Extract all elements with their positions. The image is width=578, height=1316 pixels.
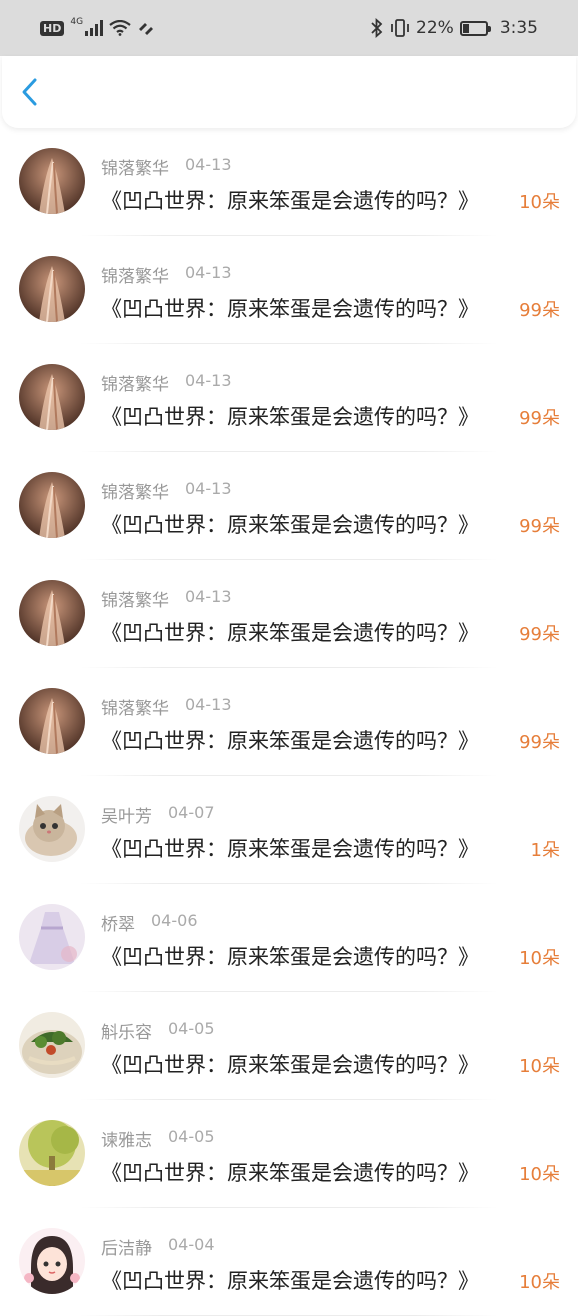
gift-date: 04-13: [185, 155, 232, 174]
avatar[interactable]: [19, 904, 85, 970]
flower-count: 10朵: [519, 948, 560, 969]
avatar[interactable]: [19, 1120, 85, 1186]
work-title[interactable]: 《凹凸世界：原来笨蛋是会遗传的吗？》: [101, 1265, 479, 1295]
list-item[interactable]: 吴叶芳 04-07 《凹凸世界：原来笨蛋是会遗传的吗？》 1朵: [0, 776, 578, 884]
avatar[interactable]: [19, 688, 85, 754]
gift-date: 04-04: [168, 1235, 215, 1254]
flower-count: 10朵: [519, 192, 560, 213]
avatar[interactable]: [19, 580, 85, 646]
gift-date: 04-06: [151, 911, 198, 930]
work-title[interactable]: 《凹凸世界：原来笨蛋是会遗传的吗？》: [101, 941, 479, 971]
flower-count: 99朵: [519, 300, 560, 321]
avatar[interactable]: [19, 1228, 85, 1294]
flower-count: 99朵: [519, 732, 560, 753]
battery-icon: [459, 20, 491, 36]
flower-count: 99朵: [519, 408, 560, 429]
avatar[interactable]: [19, 796, 85, 862]
avatar[interactable]: [19, 1012, 85, 1078]
nav-bar: [2, 56, 576, 128]
flower-count: 10朵: [519, 1164, 560, 1185]
network-label: 4G: [70, 17, 84, 27]
work-title[interactable]: 《凹凸世界：原来笨蛋是会遗传的吗？》: [101, 185, 479, 215]
flower-count: 1朵: [530, 840, 560, 861]
avatar[interactable]: [19, 256, 85, 322]
user-name: 桥翠: [101, 915, 135, 935]
battery-percent: 22%: [416, 18, 454, 38]
list-item[interactable]: 锦落繁华 04-13 《凹凸世界：原来笨蛋是会遗传的吗？》 99朵: [0, 560, 578, 668]
user-name: 锦落繁华: [101, 159, 169, 179]
gift-record-list: 锦落繁华 04-13 《凹凸世界：原来笨蛋是会遗传的吗？》 10朵 锦落繁华 04-13 《…: [0, 128, 578, 1316]
list-item[interactable]: 锦落繁华 04-13 《凹凸世界：原来笨蛋是会遗传的吗？》 99朵: [0, 452, 578, 560]
flower-count: 99朵: [519, 624, 560, 645]
user-name: 锦落繁华: [101, 483, 169, 503]
work-title[interactable]: 《凹凸世界：原来笨蛋是会遗传的吗？》: [101, 1157, 479, 1187]
bluetooth-icon: [371, 18, 383, 38]
list-item[interactable]: 锦落繁华 04-13 《凹凸世界：原来笨蛋是会遗传的吗？》 10朵: [0, 128, 578, 236]
user-name: 吴叶芳: [101, 807, 152, 827]
list-item[interactable]: 谏雅志 04-05 《凹凸世界：原来笨蛋是会遗传的吗？》 10朵: [0, 1100, 578, 1208]
gift-date: 04-13: [185, 587, 232, 606]
list-item[interactable]: 桥翠 04-06 《凹凸世界：原来笨蛋是会遗传的吗？》 10朵: [0, 884, 578, 992]
user-name: 锦落繁华: [101, 591, 169, 611]
flower-count: 10朵: [519, 1272, 560, 1293]
work-title[interactable]: 《凹凸世界：原来笨蛋是会遗传的吗？》: [101, 401, 479, 431]
user-name: 后洁静: [101, 1239, 152, 1259]
list-item[interactable]: 锦落繁华 04-13 《凹凸世界：原来笨蛋是会遗传的吗？》 99朵: [0, 236, 578, 344]
wifi-icon: [109, 20, 131, 36]
work-title[interactable]: 《凹凸世界：原来笨蛋是会遗传的吗？》: [101, 293, 479, 323]
work-title[interactable]: 《凹凸世界：原来笨蛋是会遗传的吗？》: [101, 833, 479, 863]
flower-count: 10朵: [519, 1056, 560, 1077]
list-item[interactable]: 锦落繁华 04-13 《凹凸世界：原来笨蛋是会遗传的吗？》 99朵: [0, 344, 578, 452]
gift-date: 04-05: [168, 1019, 215, 1038]
list-item[interactable]: 斛乐容 04-05 《凹凸世界：原来笨蛋是会遗传的吗？》 10朵: [0, 992, 578, 1100]
user-name: 斛乐容: [101, 1023, 152, 1043]
chevron-left-icon: [22, 78, 37, 106]
work-title[interactable]: 《凹凸世界：原来笨蛋是会遗传的吗？》: [101, 617, 479, 647]
hd-badge: HD: [40, 20, 65, 36]
user-name: 锦落繁华: [101, 375, 169, 395]
user-name: 谏雅志: [101, 1131, 152, 1151]
back-button[interactable]: [20, 72, 50, 112]
work-title[interactable]: 《凹凸世界：原来笨蛋是会遗传的吗？》: [101, 1049, 479, 1079]
vibrate-icon: [391, 19, 409, 37]
list-item[interactable]: 后洁静 04-04 《凹凸世界：原来笨蛋是会遗传的吗？》 10朵: [0, 1208, 578, 1316]
list-item[interactable]: 锦落繁华 04-13 《凹凸世界：原来笨蛋是会遗传的吗？》 99朵: [0, 668, 578, 776]
gift-date: 04-13: [185, 695, 232, 714]
gift-date: 04-13: [185, 479, 232, 498]
work-title[interactable]: 《凹凸世界：原来笨蛋是会遗传的吗？》: [101, 725, 479, 755]
work-title[interactable]: 《凹凸世界：原来笨蛋是会遗传的吗？》: [101, 509, 479, 539]
gift-date: 04-07: [168, 803, 215, 822]
avatar[interactable]: [19, 148, 85, 214]
link-icon: [139, 23, 154, 35]
user-name: 锦落繁华: [101, 267, 169, 287]
gift-date: 04-05: [168, 1127, 215, 1146]
avatar[interactable]: [19, 472, 85, 538]
gift-date: 04-13: [185, 263, 232, 282]
avatar[interactable]: [19, 364, 85, 430]
flower-count: 99朵: [519, 516, 560, 537]
gift-date: 04-13: [185, 371, 232, 390]
status-left: HD 4G: [40, 17, 155, 36]
status-right: 22% 3:35: [370, 18, 538, 38]
status-bar: HD 4G 22% 3:35: [0, 0, 578, 56]
user-name: 锦落繁华: [101, 699, 169, 719]
signal-icon: [85, 20, 104, 36]
clock: 3:35: [499, 18, 538, 38]
